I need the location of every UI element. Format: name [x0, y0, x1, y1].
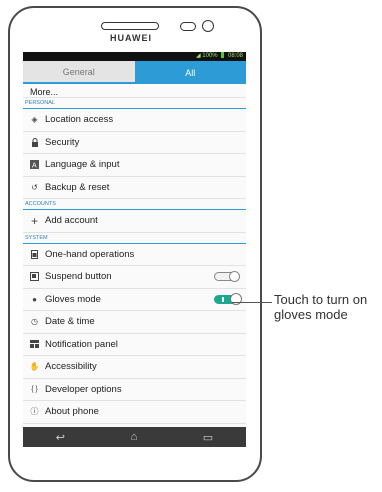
speaker-grille [101, 22, 159, 30]
settings-item-suspend[interactable]: Suspend button [23, 266, 246, 289]
section-header-accounts: ACCOUNTS [23, 199, 246, 210]
settings-item-location[interactable]: ◈ Location access [23, 109, 246, 132]
navigation-bar: ↩ ⌂ ▭ [23, 427, 246, 447]
battery-percent: 100% [202, 53, 218, 59]
suspend-icon [30, 272, 39, 282]
signal-icon: ◢ [195, 53, 201, 59]
list-item-label: Developer options [45, 383, 122, 395]
brand-label: HUAWEI [110, 33, 152, 43]
settings-item-security[interactable]: Security [23, 132, 246, 154]
svg-text:A: A [32, 163, 37, 170]
back-icon[interactable]: ↩ [56, 431, 65, 444]
toggle-knob [229, 271, 240, 283]
list-item-label: Suspend button [45, 271, 112, 283]
settings-item-add-account[interactable]: + Add account [23, 210, 246, 233]
panel-icon [30, 340, 39, 349]
recent-apps-icon[interactable]: ▭ [203, 431, 213, 444]
settings-item-accessibility[interactable]: ✋ Accessibility [23, 356, 246, 379]
section-header-system: SYSTEM [23, 233, 246, 244]
glove-icon: ● [32, 294, 37, 304]
list-item-label: Notification panel [45, 338, 118, 350]
list-item-label: Language & input [45, 159, 120, 171]
battery-icon [221, 52, 225, 59]
settings-item-one-hand[interactable]: One-hand operations [23, 244, 246, 266]
list-item-label: Accessibility [45, 361, 97, 373]
suspend-toggle-off[interactable] [214, 271, 240, 283]
braces-icon: { } [31, 385, 38, 393]
settings-item-backup[interactable]: ↺ Backup & reset [23, 177, 246, 199]
callout-pointer-line [232, 302, 272, 303]
settings-list: More... PERSONAL ◈ Location access Secur… [23, 84, 246, 424]
list-item-label: Security [45, 136, 80, 148]
info-icon: ⓘ [30, 407, 39, 417]
location-icon: ◈ [31, 115, 38, 125]
clock-icon: ◷ [31, 317, 38, 327]
proximity-sensor [180, 22, 196, 31]
list-item-label: Location access [45, 114, 114, 126]
toggle-on-mark [222, 296, 224, 302]
keyboard-icon: A [30, 160, 39, 170]
settings-item-date-time[interactable]: ◷ Date & time [23, 311, 246, 334]
settings-item-notification[interactable]: Notification panel [23, 334, 246, 356]
plus-icon: + [30, 213, 38, 228]
settings-item-language[interactable]: A Language & input [23, 154, 246, 177]
settings-item-about[interactable]: ⓘ About phone [23, 401, 246, 424]
list-item-label: Add account [45, 215, 98, 227]
settings-tabs: General All [23, 61, 246, 84]
backup-icon: ↺ [31, 182, 38, 192]
list-item-label: Gloves mode [45, 293, 101, 305]
home-icon[interactable]: ⌂ [131, 431, 138, 443]
settings-item-gloves[interactable]: ● Gloves mode [23, 289, 246, 311]
tab-all[interactable]: All [134, 61, 246, 84]
settings-item-developer[interactable]: { } Developer options [23, 379, 246, 401]
front-camera [202, 20, 214, 32]
list-item-label: More... [30, 87, 59, 97]
list-item-label: About phone [45, 406, 99, 418]
status-time: 08:08 [227, 53, 243, 59]
phone-icon [30, 249, 39, 259]
list-item-label: Backup & reset [45, 181, 110, 193]
phone-screen: ◢ 100% 08:08 General All More... PERSONA… [23, 52, 246, 447]
list-item-more[interactable]: More... [23, 84, 246, 98]
tab-general[interactable]: General [23, 61, 135, 84]
hand-icon: ✋ [29, 362, 40, 372]
list-item-label: One-hand operations [45, 248, 135, 260]
gloves-callout-text: Touch to turn on gloves mode [274, 292, 368, 322]
section-header-personal: PERSONAL [23, 98, 246, 109]
lock-icon [30, 137, 39, 147]
list-item-label: Date & time [45, 316, 95, 328]
status-bar: ◢ 100% 08:08 [23, 52, 246, 61]
